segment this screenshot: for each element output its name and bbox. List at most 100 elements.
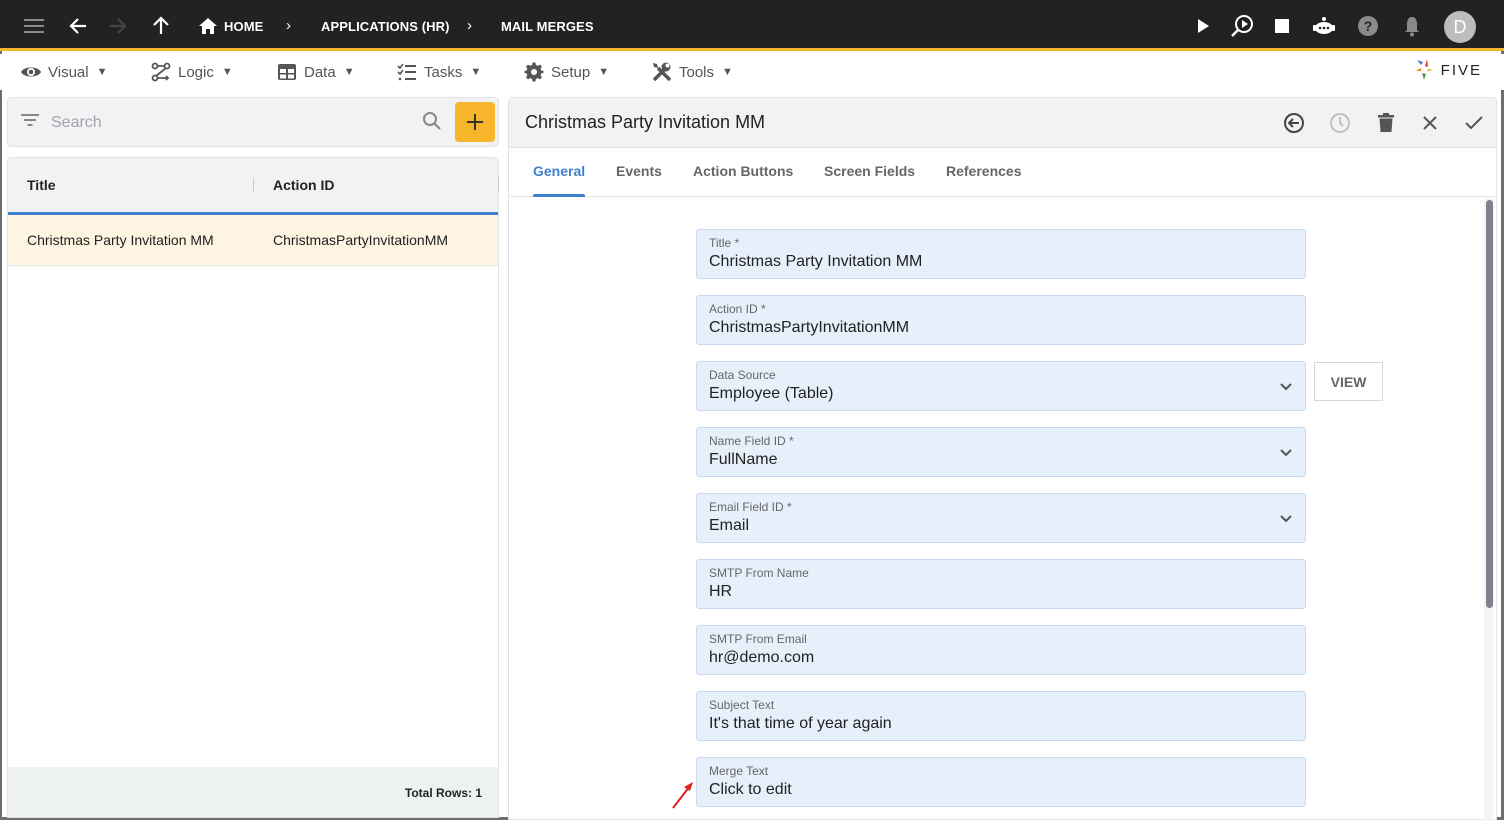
logo-text: FIVE (1440, 61, 1482, 79)
scrollbar-thumb[interactable] (1486, 200, 1493, 608)
name-field-id-select[interactable]: Name Field ID * FullName (696, 427, 1306, 477)
merge-text-field[interactable]: Merge Text Click to edit (696, 757, 1306, 807)
detail-header: Christmas Party Invitation MM (509, 98, 1496, 148)
column-divider[interactable] (253, 178, 254, 192)
home-icon[interactable] (196, 14, 220, 38)
search-bar (7, 97, 499, 147)
breadcrumb-mail-merges[interactable]: MAIL MERGES (501, 19, 594, 34)
email-field-id-select[interactable]: Email Field ID * Email (696, 493, 1306, 543)
menu-data[interactable]: Data ▼ (276, 62, 355, 82)
name-field-id-value: FullName (709, 451, 778, 468)
tab-references[interactable]: References (946, 163, 1022, 179)
menu-tasks[interactable]: Tasks ▼ (396, 62, 481, 82)
menu-setup-label: Setup (551, 63, 591, 81)
chevron-down-icon[interactable] (1279, 379, 1293, 397)
tab-screen-fields[interactable]: Screen Fields (824, 163, 915, 179)
email-field-id-label: Email Field ID * (709, 500, 792, 514)
total-rows: Total Rows: 1 (404, 786, 482, 800)
tab-bar: General Events Action Buttons Screen Fie… (509, 148, 1496, 197)
history-back-icon[interactable] (1282, 111, 1306, 135)
menu-logic[interactable]: Logic ▼ (150, 62, 233, 82)
tab-action-buttons[interactable]: Action Buttons (693, 163, 793, 179)
menu-visual[interactable]: Visual ▼ (20, 62, 107, 82)
chevron-down-icon[interactable] (1279, 445, 1293, 463)
menu-data-label: Data (304, 63, 336, 81)
delete-icon[interactable] (1374, 111, 1398, 135)
save-check-icon[interactable] (1462, 111, 1486, 135)
eye-icon (20, 62, 42, 82)
smtp-from-name-field[interactable]: SMTP From Name HR (696, 559, 1306, 609)
action-id-field[interactable]: Action ID * ChristmasPartyInvitationMM (696, 295, 1306, 345)
clock-icon[interactable] (1328, 111, 1352, 135)
search-input[interactable] (51, 110, 411, 136)
chat-bot-icon[interactable] (1312, 14, 1336, 38)
top-bar: HOME › APPLICATIONS (HR) › MAIL MERGES ?… (0, 0, 1504, 51)
checklist-icon (396, 62, 418, 82)
table-row[interactable]: Christmas Party Invitation MM ChristmasP… (8, 215, 498, 266)
subject-text-label: Subject Text (709, 698, 775, 712)
action-id-field-label: Action ID * (709, 302, 766, 316)
table-icon (276, 62, 298, 82)
breadcrumb-separator: › (286, 17, 291, 34)
menu-tools-label: Tools (679, 63, 715, 81)
breadcrumb-home[interactable]: HOME (224, 19, 263, 34)
search-icon[interactable] (422, 111, 442, 136)
column-header-title[interactable]: Title (27, 177, 56, 193)
column-header-action-id[interactable]: Action ID (273, 177, 334, 193)
data-source-value: Employee (Table) (709, 385, 834, 402)
subject-text-field[interactable]: Subject Text It's that time of year agai… (696, 691, 1306, 741)
five-logo-icon (1415, 59, 1433, 80)
add-record-button[interactable] (455, 102, 495, 142)
action-id-field-value: ChristmasPartyInvitationMM (709, 319, 910, 336)
merge-text-label: Merge Text (709, 764, 769, 778)
forward-arrow-icon[interactable] (106, 14, 130, 38)
annotation-arrow-icon (672, 782, 693, 809)
gear-icon (523, 62, 545, 82)
breadcrumb-separator: › (467, 17, 472, 34)
bell-icon[interactable] (1400, 14, 1424, 38)
menu-icon[interactable] (22, 14, 46, 38)
tools-icon (651, 62, 673, 82)
menu-setup[interactable]: Setup ▼ (523, 62, 609, 82)
column-divider[interactable] (498, 178, 499, 192)
search-play-icon[interactable] (1230, 14, 1254, 38)
logic-icon (150, 62, 172, 82)
avatar[interactable]: D (1444, 11, 1476, 43)
back-arrow-icon[interactable] (66, 14, 90, 38)
caret-down-icon: ▼ (96, 66, 108, 78)
help-icon[interactable]: ? (1356, 14, 1380, 38)
title-field[interactable]: Title * Christmas Party Invitation MM (696, 229, 1306, 279)
stop-icon[interactable] (1270, 14, 1294, 38)
breadcrumb-applications[interactable]: APPLICATIONS (HR) (321, 19, 450, 34)
smtp-from-name-label: SMTP From Name (709, 566, 809, 580)
play-icon[interactable] (1191, 14, 1215, 38)
detail-panel: Christmas Party Invitation MM General Ev… (508, 97, 1497, 821)
title-field-label: Title * (709, 236, 740, 250)
data-source-select[interactable]: Data Source Employee (Table) (696, 361, 1306, 411)
name-field-id-label: Name Field ID * (709, 434, 794, 448)
chevron-down-icon[interactable] (1279, 511, 1293, 529)
filter-icon[interactable] (21, 113, 39, 132)
smtp-from-email-label: SMTP From Email (709, 632, 807, 646)
active-tab-indicator (533, 194, 585, 197)
tab-general[interactable]: General (533, 163, 585, 179)
smtp-from-name-value: HR (709, 583, 733, 600)
svg-text:?: ? (1364, 18, 1373, 34)
five-logo: FIVE (1415, 58, 1482, 82)
tab-events[interactable]: Events (616, 163, 662, 179)
email-field-id-value: Email (709, 517, 750, 534)
menu-tools[interactable]: Tools ▼ (651, 62, 733, 82)
close-icon[interactable] (1418, 111, 1442, 135)
records-list: Title Action ID Christmas Party Invitati… (7, 157, 499, 818)
up-arrow-icon[interactable] (149, 14, 173, 38)
general-form: Title * Christmas Party Invitation MM Ac… (509, 198, 1496, 821)
plus-icon (467, 114, 483, 130)
row-title: Christmas Party Invitation MM (27, 232, 214, 248)
smtp-from-email-field[interactable]: SMTP From Email hr@demo.com (696, 625, 1306, 675)
menu-bar: Visual ▼ Logic ▼ Data ▼ Tasks ▼ Setup ▼ … (0, 54, 1504, 90)
caret-down-icon: ▼ (470, 66, 482, 78)
view-button[interactable]: VIEW (1314, 362, 1383, 401)
merge-text-value: Click to edit (709, 781, 792, 798)
row-action-id: ChristmasPartyInvitationMM (273, 232, 449, 248)
data-source-label: Data Source (709, 368, 776, 382)
